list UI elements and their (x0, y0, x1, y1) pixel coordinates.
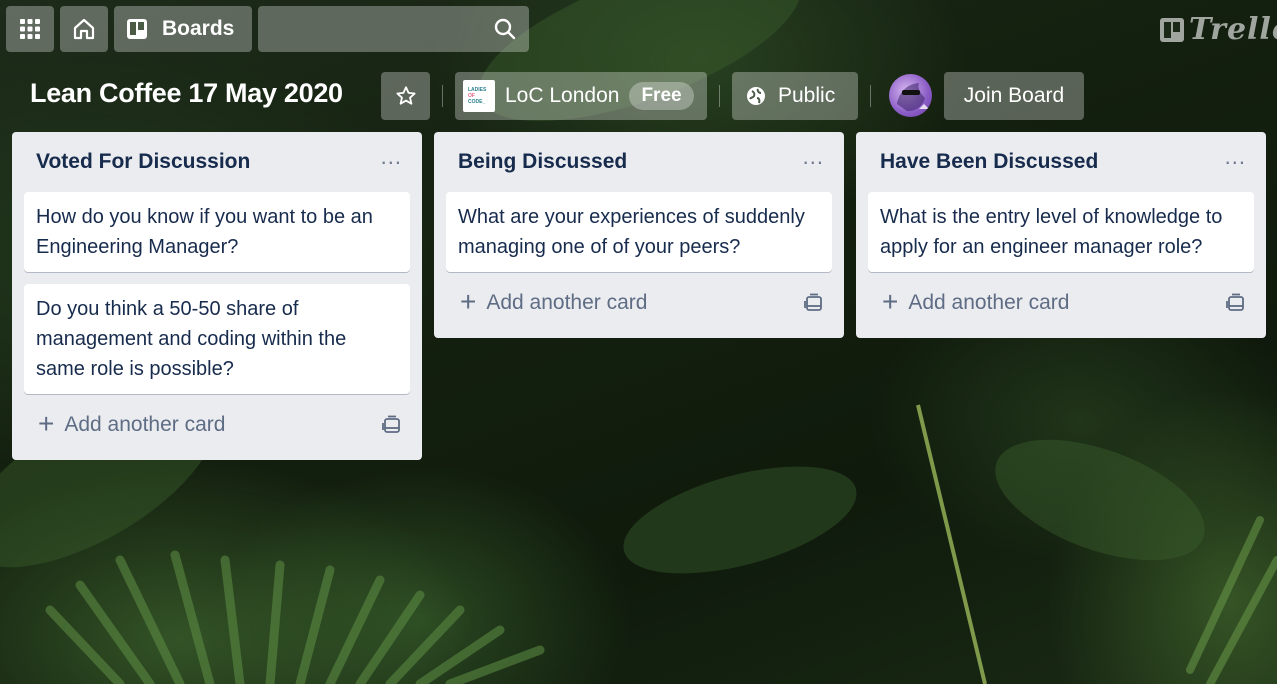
add-card-label: Add another card (908, 291, 1070, 314)
list-title[interactable]: Have Been Discussed (880, 150, 1098, 174)
top-nav-bar: Boards Trello (0, 0, 1277, 58)
trello-logo-icon (1160, 17, 1184, 42)
list-header[interactable]: Have Been Discussed ... (868, 132, 1254, 192)
home-button[interactable] (60, 6, 108, 52)
team-logo-line: CODE_ (468, 99, 486, 105)
list-voted-for-discussion: Voted For Discussion ... How do you know… (12, 132, 422, 460)
visibility-label: Public (778, 84, 836, 107)
join-board-button[interactable]: Join Board (944, 72, 1084, 120)
team-logo: LADIES OF CODE_ (463, 80, 495, 112)
star-icon (395, 86, 416, 105)
ellipsis-icon[interactable]: ... (1225, 146, 1246, 172)
search-icon[interactable] (493, 17, 517, 41)
boards-button[interactable]: Boards (114, 6, 252, 52)
add-card-button[interactable]: + Add another card (460, 285, 648, 317)
apps-button[interactable] (6, 6, 54, 52)
list-title[interactable]: Being Discussed (458, 150, 627, 174)
plus-icon: + (882, 285, 899, 317)
member-avatar[interactable] (889, 74, 932, 117)
list-footer: + Add another card (446, 278, 832, 328)
card[interactable]: How do you know if you want to be an Eng… (24, 192, 410, 272)
trello-logo[interactable]: Trello (1159, 12, 1277, 47)
ellipsis-icon[interactable]: ... (803, 146, 824, 172)
home-icon (73, 18, 95, 40)
list-footer: + Add another card (868, 278, 1254, 328)
list-have-been-discussed: Have Been Discussed ... What is the entr… (856, 132, 1266, 338)
card-template-icon[interactable] (1226, 293, 1246, 313)
plus-icon: + (38, 407, 55, 439)
avatar-image (897, 83, 929, 112)
card[interactable]: What are your experiences of suddenly ma… (446, 192, 832, 272)
grid-icon (20, 19, 40, 39)
card[interactable]: What is the entry level of knowledge to … (868, 192, 1254, 272)
add-card-button[interactable]: + Add another card (882, 285, 1070, 317)
board-title[interactable]: Lean Coffee 17 May 2020 (30, 78, 343, 109)
header-divider (719, 85, 720, 107)
star-board-button[interactable] (381, 72, 430, 120)
card-template-icon[interactable] (804, 293, 824, 313)
plus-icon: + (460, 285, 477, 317)
list-footer: + Add another card (24, 400, 410, 450)
add-card-label: Add another card (64, 413, 226, 436)
list-being-discussed: Being Discussed ... What are your experi… (434, 132, 844, 338)
header-divider (870, 85, 871, 107)
search-field[interactable] (258, 6, 529, 52)
list-title[interactable]: Voted For Discussion (36, 150, 250, 174)
list-header[interactable]: Being Discussed ... (446, 132, 832, 192)
list-header[interactable]: Voted For Discussion ... (24, 132, 410, 192)
boards-label: Boards (162, 17, 235, 40)
plan-badge: Free (629, 82, 694, 110)
card-template-icon[interactable] (382, 415, 402, 435)
search-input[interactable] (258, 6, 529, 52)
ellipsis-icon[interactable]: ... (381, 146, 402, 172)
board-icon (127, 19, 147, 39)
team-name: LoC London (505, 84, 620, 107)
add-card-button[interactable]: + Add another card (38, 407, 226, 439)
join-board-label: Join Board (963, 84, 1065, 107)
globe-icon (747, 87, 765, 105)
logo-text: Trello (1189, 12, 1277, 47)
visibility-button[interactable]: Public (732, 72, 858, 120)
card[interactable]: Do you think a 50-50 share of management… (24, 284, 410, 394)
team-button[interactable]: LADIES OF CODE_ LoC London Free (455, 72, 707, 120)
add-card-label: Add another card (486, 291, 648, 314)
header-divider (442, 85, 443, 107)
